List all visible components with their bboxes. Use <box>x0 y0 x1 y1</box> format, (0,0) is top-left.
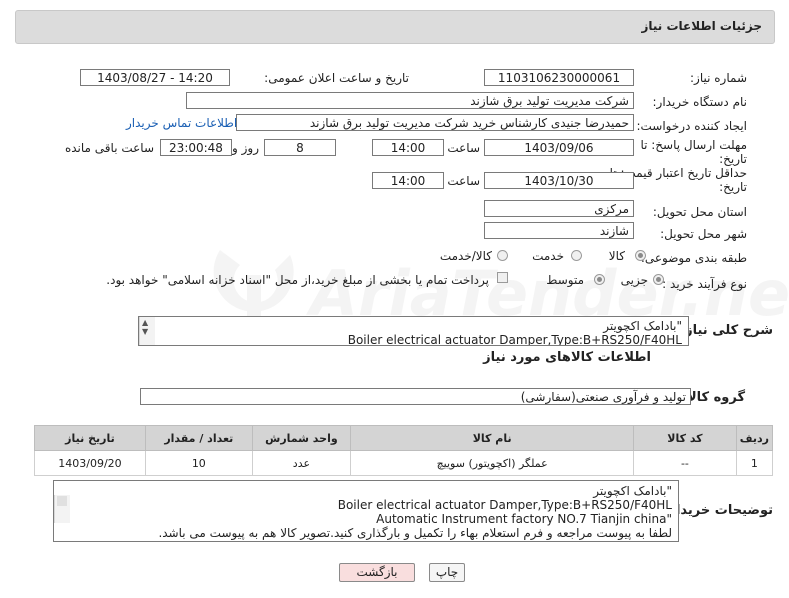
announce-date-label: تاریخ و ساعت اعلان عمومی: <box>264 71 409 85</box>
need-number-label: شماره نیاز: <box>690 71 747 85</box>
deadline-time-label: ساعت <box>447 141 480 155</box>
announce-date-field[interactable]: 1403/08/27 - 14:20 <box>80 69 230 86</box>
cell-code: -- <box>633 450 737 476</box>
process-radio-medium[interactable] <box>594 274 605 285</box>
table-row[interactable]: 1 -- عملگر (اکچویتور) سوییچ عدد 10 1403/… <box>34 450 774 476</box>
deadline-date-field[interactable]: 1403/09/06 <box>484 139 634 156</box>
city-label: شهر محل تحویل: <box>660 227 747 241</box>
cell-row: 1 <box>735 450 774 476</box>
validity-date-field[interactable]: 1403/10/30 <box>484 172 634 189</box>
validity-label-date: تاریخ: <box>719 180 747 194</box>
category-option-service: خدمت <box>532 249 564 263</box>
deadline-time-field[interactable]: 14:00 <box>372 139 444 156</box>
goods-group-field[interactable]: تولید و فرآوری صنعتی(سفارشی) <box>140 388 691 405</box>
summary-text: "بادامک اکچویتر Boiler electrical actuat… <box>347 319 682 346</box>
category-radio-service[interactable] <box>571 250 582 261</box>
requester-field[interactable]: حمیدرضا جنیدی کارشناس خرید شرکت مدیریت ت… <box>236 114 634 131</box>
treasury-payment-note: پرداخت تمام یا بخشی از مبلغ خرید،از محل … <box>106 273 489 287</box>
page-title: جزئیات اطلاعات نیاز <box>641 19 762 33</box>
remaining-time-field[interactable]: 23:00:48 <box>160 139 232 156</box>
need-number-field[interactable]: 1103106230000061 <box>484 69 634 86</box>
back-button[interactable]: بازگشت <box>339 563 415 582</box>
cell-qty: 10 <box>144 450 253 476</box>
requester-label: ایجاد کننده درخواست: <box>636 119 747 133</box>
scroll-thumb[interactable] <box>57 496 67 506</box>
summary-label: شرح کلی نیاز: <box>679 323 773 338</box>
buyer-notes-textarea[interactable]: "بادامک اکچویتر Boiler electrical actuat… <box>53 480 679 542</box>
category-radio-goods[interactable] <box>635 250 646 261</box>
col-row: ردیف <box>735 425 774 451</box>
col-unit: واحد شمارش <box>251 425 352 451</box>
days-remaining-field[interactable]: 8 <box>264 139 336 156</box>
goods-group-label: گروه کالا: <box>681 390 745 405</box>
province-label: استان محل تحویل: <box>652 205 747 219</box>
scroll-up-icon[interactable]: ▲ <box>142 318 148 327</box>
city-field[interactable]: شازند <box>484 222 634 239</box>
process-type-label: نوع فرآیند خرید : <box>662 277 747 291</box>
process-option-minor: جزیی <box>620 273 648 287</box>
col-name: نام کالا <box>350 425 635 451</box>
category-label: طبقه بندی موضوعی: <box>640 251 747 265</box>
print-button[interactable]: چاپ <box>429 563 465 582</box>
cell-name: عملگر (اکچویتور) سوییچ <box>350 450 635 476</box>
category-option-goods: کالا <box>608 249 625 263</box>
col-code: کد کالا <box>633 425 737 451</box>
process-radio-minor[interactable] <box>653 274 664 285</box>
validity-time-field[interactable]: 14:00 <box>372 172 444 189</box>
remaining-time-label: ساعت باقی مانده <box>64 141 154 155</box>
buyer-org-field[interactable]: شرکت مدیریت تولید برق شازند <box>186 92 634 109</box>
deadline-label-date: تاریخ: <box>719 152 747 166</box>
province-field[interactable]: مرکزی <box>484 200 634 217</box>
category-radio-goods-service[interactable] <box>497 250 508 261</box>
buyer-notes-text: "بادامک اکچویتر Boiler electrical actuat… <box>158 484 672 540</box>
goods-table: ردیف کد کالا نام کالا واحد شمارش تعداد /… <box>34 425 774 476</box>
buyer-notes-scrollbar[interactable] <box>54 495 70 523</box>
page-header: جزئیات اطلاعات نیاز <box>15 10 775 44</box>
process-option-medium: متوسط <box>546 273 584 287</box>
validity-time-label: ساعت <box>447 174 480 188</box>
summary-scrollbar[interactable]: ▲ ▼ <box>139 317 155 345</box>
days-label: روز و <box>232 141 259 155</box>
deadline-label: مهلت ارسال پاسخ: تا <box>640 138 747 152</box>
cell-unit: عدد <box>251 450 352 476</box>
category-option-goods-service: کالا/خدمت <box>439 249 492 263</box>
goods-table-header: ردیف کد کالا نام کالا واحد شمارش تعداد /… <box>34 425 774 451</box>
scroll-down-icon[interactable]: ▼ <box>142 327 148 336</box>
goods-section-title: اطلاعات کالاهای مورد نیاز <box>483 350 651 365</box>
treasury-payment-checkbox[interactable] <box>497 272 508 283</box>
buyer-notes-label: توضیحات خریدار: <box>663 503 773 518</box>
cell-date: 1403/09/20 <box>34 450 146 476</box>
buyer-contact-link[interactable]: اطلاعات تماس خریدار <box>126 116 237 130</box>
col-date: تاریخ نیاز <box>34 425 146 451</box>
buyer-org-label: نام دستگاه خریدار: <box>652 95 748 109</box>
summary-textarea[interactable]: "بادامک اکچویتر Boiler electrical actuat… <box>138 316 689 346</box>
col-qty: تعداد / مقدار <box>144 425 253 451</box>
